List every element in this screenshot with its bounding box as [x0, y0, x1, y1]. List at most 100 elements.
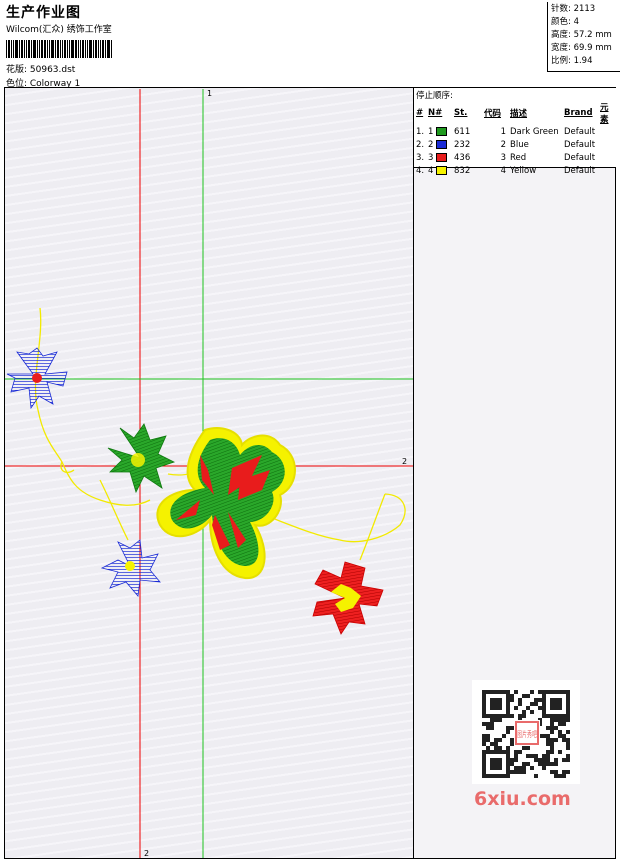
qr-module — [518, 770, 522, 774]
qr-module — [510, 726, 514, 730]
qr-module — [566, 754, 570, 758]
qr-module — [558, 722, 562, 726]
qr-module — [546, 742, 550, 746]
qr-code-graphic: 图片秀吧 — [472, 680, 580, 784]
qr-module — [566, 758, 570, 762]
qr-module — [554, 738, 558, 742]
production-worksheet: 生产作业图 Wilcom(汇众) 绣饰工作室 花版: 50963.dst 色位:… — [0, 0, 620, 861]
qr-module — [486, 726, 490, 730]
qr-module — [522, 770, 526, 774]
qr-module — [510, 738, 514, 742]
qr-module — [562, 758, 566, 762]
qr-module — [526, 754, 530, 758]
qr-module — [494, 738, 498, 742]
qr-module — [530, 754, 534, 758]
qr-module — [514, 770, 518, 774]
qr-module — [494, 742, 498, 746]
qr-module — [546, 762, 550, 766]
qr-module — [538, 690, 542, 694]
qr-module — [486, 722, 490, 726]
qr-module — [514, 766, 518, 770]
qr-module — [486, 734, 490, 738]
qr-module — [522, 762, 526, 766]
qr-module — [482, 742, 486, 746]
qr-module — [542, 766, 546, 770]
qr-module — [546, 734, 550, 738]
qr-module — [510, 714, 514, 718]
qr-module — [522, 746, 526, 750]
qr-module — [522, 766, 526, 770]
qr-module — [562, 738, 566, 742]
qr-module — [490, 722, 494, 726]
qr-module — [498, 718, 502, 722]
qr-module — [498, 738, 502, 742]
qr-module — [538, 698, 542, 702]
qr-module — [522, 710, 526, 714]
qr-module — [554, 726, 558, 730]
qr-module — [546, 750, 550, 754]
qr-module — [538, 706, 542, 710]
qr-module — [486, 738, 490, 742]
blue-flower-top — [6, 347, 68, 410]
qr-module — [550, 722, 554, 726]
qr-module — [534, 702, 538, 706]
qr-module — [542, 758, 546, 762]
qr-module — [554, 758, 558, 762]
qr-module — [566, 730, 570, 734]
qr-module — [550, 746, 554, 750]
qr-module — [510, 694, 514, 698]
red-yellow-flower — [312, 561, 384, 635]
qr-module — [566, 746, 570, 750]
qr-module — [522, 714, 526, 718]
qr-module — [530, 702, 534, 706]
qr-module — [494, 718, 498, 722]
qr-module — [506, 726, 510, 730]
qr-module — [514, 758, 518, 762]
qr-module — [550, 730, 554, 734]
axis-label-red-bottom: 2 — [144, 849, 149, 858]
qr-module — [566, 742, 570, 746]
qr-module — [526, 694, 530, 698]
qr-module — [538, 762, 542, 766]
qr-module — [530, 690, 534, 694]
qr-module — [490, 726, 494, 730]
qr-module — [490, 758, 502, 770]
qr-module — [562, 718, 566, 722]
qr-center-stamp: 图片秀吧 — [514, 720, 540, 746]
qr-module — [550, 698, 562, 710]
qr-module — [490, 718, 494, 722]
blue-flower-bottom — [100, 539, 161, 597]
axis-label-green-top: 1 — [207, 89, 212, 98]
qr-module — [518, 714, 522, 718]
qr-module — [514, 754, 518, 758]
green-flower — [107, 423, 176, 494]
qr-module — [490, 742, 494, 746]
qr-module — [518, 750, 522, 754]
qr-module — [518, 766, 522, 770]
qr-module — [550, 738, 554, 742]
qr-module — [554, 762, 558, 766]
axis-label-red-right: 2 — [402, 457, 407, 466]
qr-module — [566, 770, 570, 774]
qr-module — [538, 758, 542, 762]
qr-module — [558, 734, 562, 738]
qr-module — [550, 770, 554, 774]
qr-module — [566, 718, 570, 722]
qr-module — [482, 738, 486, 742]
qr-module — [510, 762, 514, 766]
qr-module — [490, 698, 502, 710]
qr-module — [554, 718, 558, 722]
qr-module — [550, 718, 554, 722]
qr-module — [494, 746, 498, 750]
qr-module — [558, 730, 562, 734]
qr-module — [554, 770, 558, 774]
qr-module — [526, 746, 530, 750]
watermark: 6xiu.com — [474, 788, 571, 810]
qr-module — [546, 758, 550, 762]
svg-text:图片秀吧: 图片秀吧 — [517, 729, 537, 739]
qr-module — [506, 746, 510, 750]
qr-module — [546, 738, 550, 742]
main-flower — [156, 427, 296, 580]
qr-module — [526, 762, 530, 766]
qr-module — [562, 722, 566, 726]
